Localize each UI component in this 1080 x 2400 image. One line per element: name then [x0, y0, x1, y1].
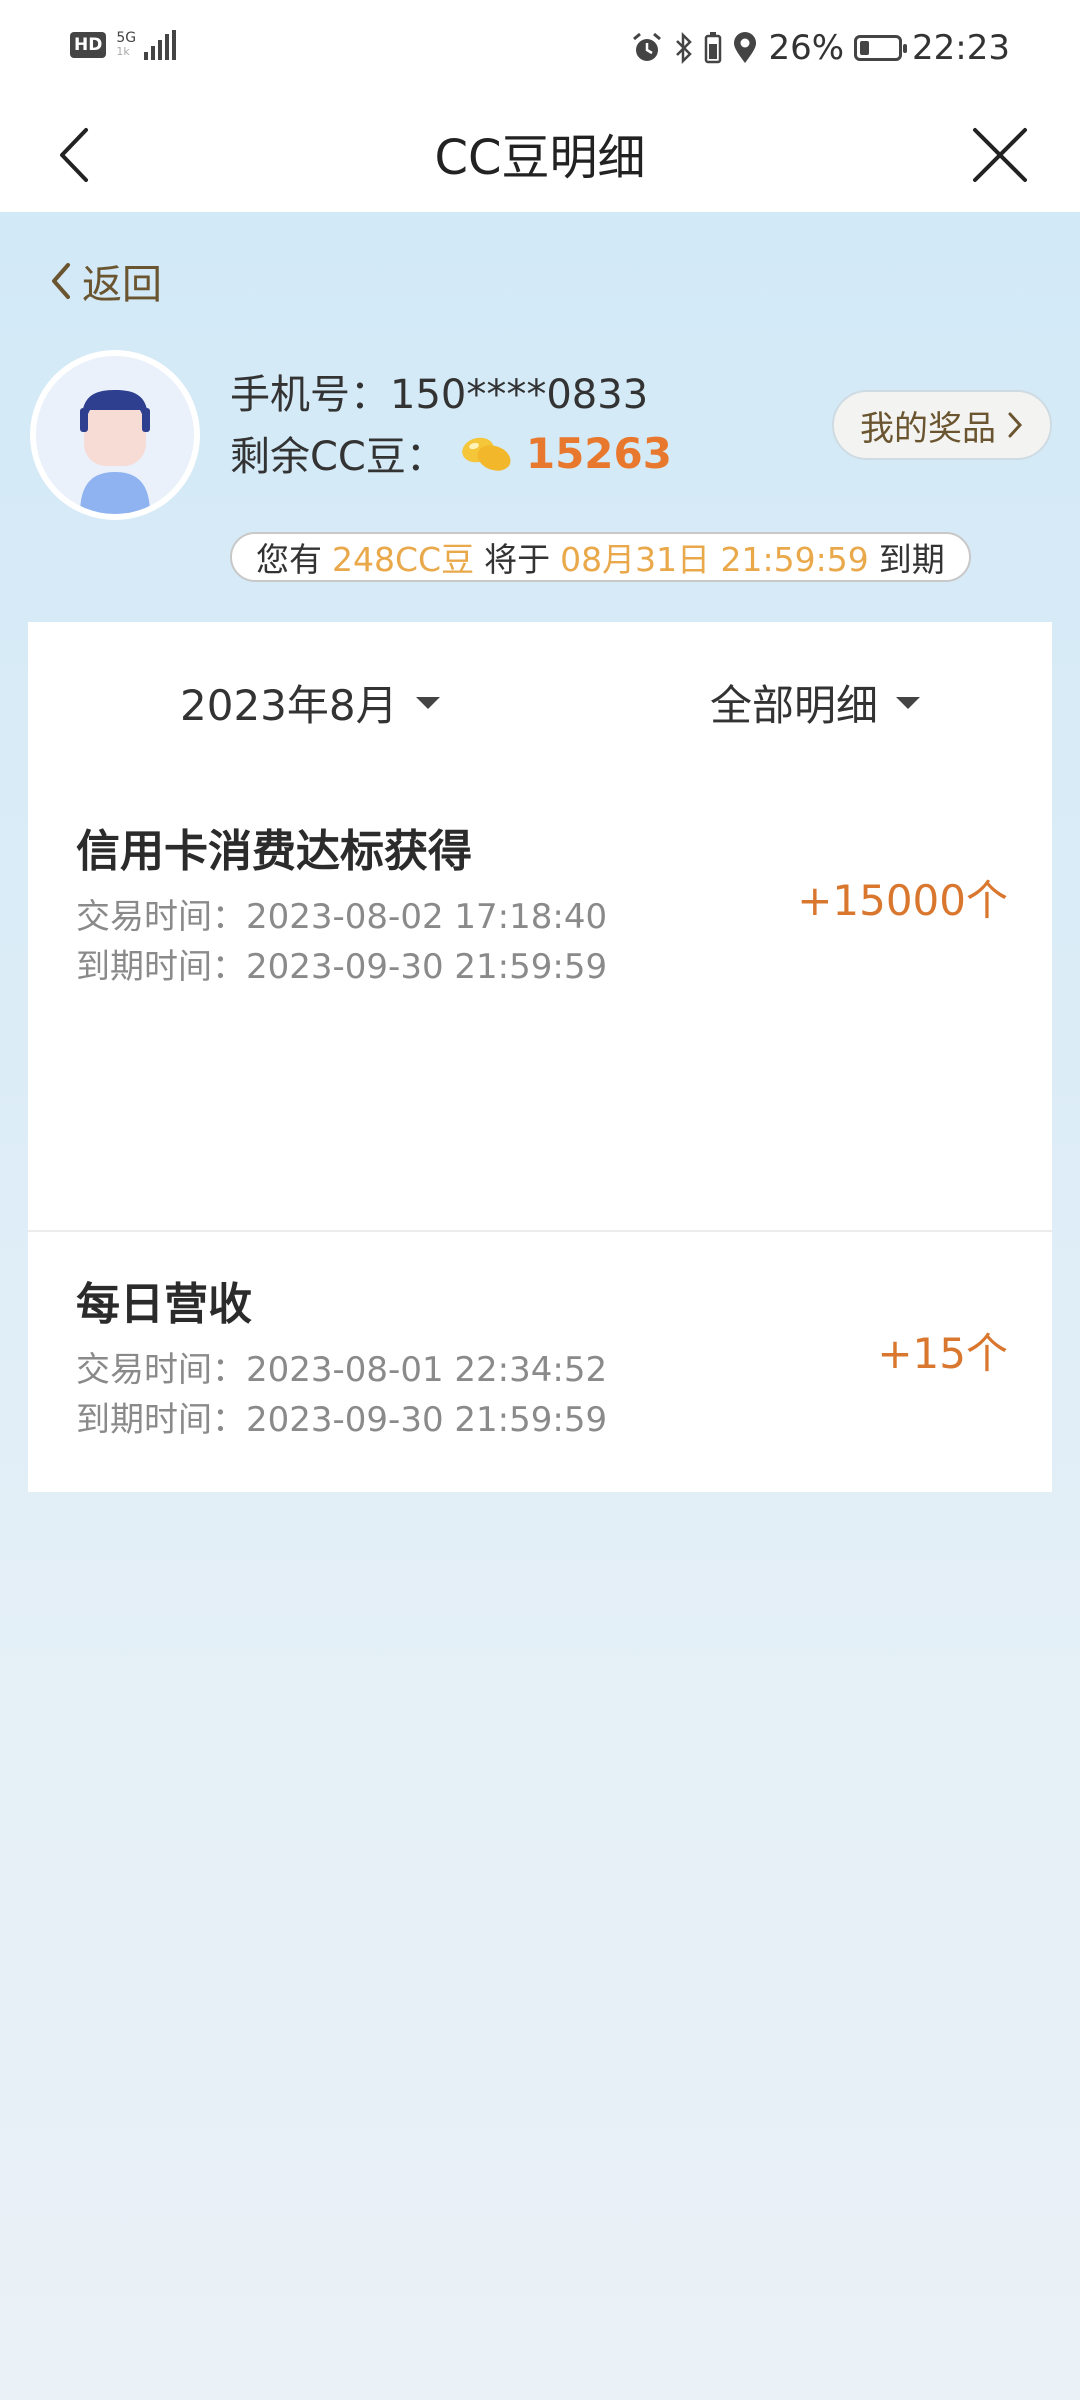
back-link[interactable]: 返回	[48, 252, 162, 310]
location-icon	[734, 32, 757, 63]
phone-info: 手机号：150****0833	[230, 362, 648, 420]
caret-down-icon	[896, 696, 921, 709]
transaction-trade-time: 交易时间：2023-08-02 17:18:40	[76, 897, 608, 937]
transaction-amount: +15个	[877, 1329, 1008, 1378]
transaction-title: 每日营收	[76, 1279, 252, 1330]
transaction-expire-time: 到期时间：2023-09-30 21:59:59	[76, 1400, 608, 1440]
month-filter[interactable]: 2023年8月	[180, 672, 440, 733]
nav-bar: CC豆明细	[0, 100, 1080, 212]
hd-badge: HD	[70, 32, 107, 58]
expiry-middle: 将于	[484, 540, 551, 579]
network-sub-label: 1k	[116, 45, 130, 58]
expiry-prefix: 您有	[256, 540, 322, 579]
expiry-notice: 您有 248CC豆 将于 08月31日 21:59:59 到期	[230, 532, 971, 582]
phone-battery-icon	[705, 32, 722, 64]
type-filter-label: 全部明细	[710, 681, 879, 730]
battery-icon	[854, 35, 908, 61]
close-icon[interactable]	[965, 120, 1035, 190]
transaction-amount: +15000个	[797, 876, 1008, 925]
page-title: CC豆明细	[434, 130, 646, 186]
transaction-title: 信用卡消费达标获得	[76, 826, 472, 877]
signal-icon	[144, 30, 177, 60]
status-right: 26% 22:23	[630, 28, 1010, 68]
alarm-icon	[633, 32, 662, 61]
beans-info: 剩余CC豆： 15263	[230, 424, 672, 482]
transaction-expire-time: 到期时间：2023-09-30 21:59:59	[76, 947, 608, 987]
my-prizes-label: 我的奖品	[860, 408, 996, 449]
back-link-label: 返回	[82, 262, 162, 308]
my-prizes-button[interactable]: 我的奖品	[832, 390, 1052, 460]
caret-down-icon	[415, 696, 440, 709]
transactions-card: 2023年8月 全部明细 信用卡消费达标获得 交易时间：2023-08-02 1…	[28, 622, 1052, 1492]
beans-label: 剩余CC豆：	[230, 434, 446, 480]
status-left: HD 5G 1k	[70, 30, 177, 60]
chevron-right-icon	[1008, 412, 1023, 438]
avatar	[30, 350, 200, 520]
bluetooth-icon	[676, 31, 693, 65]
transaction-row[interactable]: 每日营收 交易时间：2023-08-01 22:34:52 到期时间：2023-…	[28, 1230, 1052, 1490]
network-indicator: 5G 1k	[116, 31, 136, 59]
chevron-left-icon	[52, 263, 70, 299]
expiry-amount: 248CC豆	[332, 540, 475, 579]
battery-fill	[860, 41, 870, 55]
phone-label: 手机号：	[230, 372, 390, 418]
transaction-row[interactable]: 信用卡消费达标获得 交易时间：2023-08-02 17:18:40 到期时间：…	[28, 777, 1052, 1037]
user-avatar-icon	[36, 356, 194, 514]
bean-icon	[462, 437, 511, 471]
expiry-suffix: 到期	[878, 540, 945, 579]
month-filter-label: 2023年8月	[180, 681, 398, 730]
phone-value: 150****0833	[390, 372, 649, 418]
type-filter[interactable]: 全部明细	[710, 672, 921, 733]
expiry-date: 08月31日 21:59:59	[560, 540, 869, 579]
network-label: 5G	[116, 30, 137, 46]
battery-percent: 26%	[768, 28, 845, 68]
clock: 22:23	[912, 28, 1010, 68]
beans-value: 15263	[525, 428, 672, 478]
status-bar: HD 5G 1k 26% 22:23	[0, 0, 1080, 100]
content-area: 返回 手机号：150****0833 剩余CC豆： 15263 我的奖品 您有 …	[0, 212, 1080, 2400]
transaction-trade-time: 交易时间：2023-08-01 22:34:52	[76, 1350, 608, 1390]
